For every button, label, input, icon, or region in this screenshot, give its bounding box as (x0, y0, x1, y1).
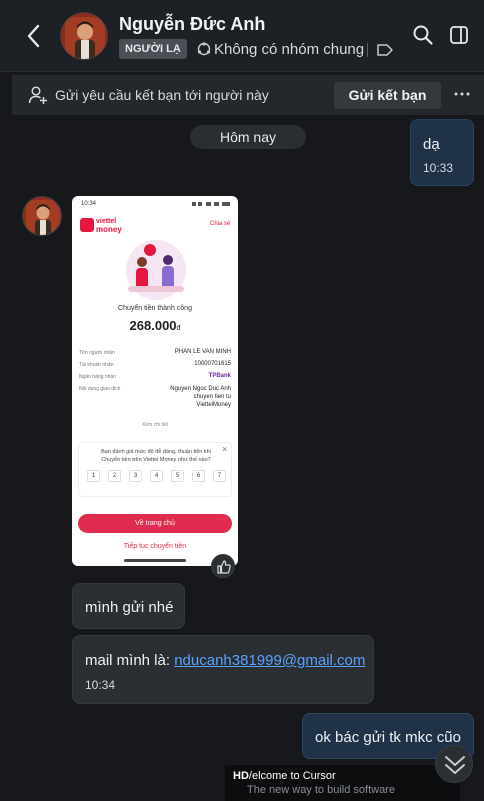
email-link[interactable]: nducanh381999@gmail.com (174, 652, 365, 669)
detail-row: Tên người nhận PHAN LE VAN MINH (79, 349, 231, 356)
contact-avatar[interactable] (60, 12, 108, 60)
detail-label: Ngân hàng nhận (79, 374, 116, 380)
brand-line1: viettel (96, 218, 117, 225)
search-icon[interactable] (412, 24, 434, 46)
send-friend-request-button[interactable]: Gửi kết bạn (334, 82, 441, 109)
detail-value: 10000701615 (194, 361, 231, 367)
survey-option: 2 (108, 470, 121, 482)
view-details-link: Xem chi tiết (141, 422, 169, 428)
more-options-icon[interactable] (453, 85, 471, 103)
survey-option: 3 (129, 470, 142, 482)
survey-option: 1 (87, 470, 100, 482)
group-icon (197, 42, 211, 56)
amount-value: 268.000 (129, 318, 177, 333)
detail-value: TPBank (208, 373, 231, 379)
date-separator: Hôm nay (190, 125, 306, 149)
detail-label: Tài khoản nhận (79, 362, 114, 368)
survey-option: 5 (171, 470, 184, 482)
message-time: 10:34 (85, 678, 116, 692)
toast-subtitle: The new way to build software (247, 784, 395, 796)
add-user-icon (28, 86, 47, 104)
toast-title: HD/elcome to Cursor (233, 770, 336, 782)
viettel-logo (80, 218, 94, 232)
detail-value: PHAN LE VAN MINH (174, 349, 231, 355)
close-icon: × (222, 444, 228, 454)
continue-transfer-link: Tiếp tục chuyển tiền (123, 543, 187, 550)
image-message[interactable]: 10:34 viettel money Chia sẻ Chuyển tiền … (72, 196, 238, 566)
message-text: ok bác gửi tk mkc cũo (315, 729, 461, 746)
back-arrow-icon[interactable] (22, 22, 46, 50)
detail-row: Nội dung giao dịch Nguyen Ngoc Duc Anh c… (79, 386, 231, 408)
phone-home-indicator (124, 559, 186, 562)
phone-time: 10:34 (81, 201, 97, 207)
message-text: mình gửi nhé (85, 599, 174, 616)
brand-line2: money (96, 225, 122, 234)
toast-prefix: HD (233, 770, 249, 782)
message-bubble-outgoing[interactable]: dạ 10:33 (410, 119, 474, 186)
detail-row: Tài khoản nhận 10000701615 (79, 361, 231, 368)
message-text: mail mình là: nducanh381999@gmail.com (85, 652, 365, 669)
message-bubble-incoming[interactable]: mail mình là: nducanh381999@gmail.com 10… (72, 635, 374, 704)
detail-label: Tên người nhận (79, 350, 115, 356)
scroll-to-bottom-button[interactable] (435, 745, 473, 783)
brand-name: viettel money (96, 218, 122, 234)
thumbs-up-icon (217, 560, 231, 574)
detail-label: Nội dung giao dịch (79, 386, 121, 392)
chat-header: Nguyễn Đức Anh NGƯỜI LẠ Không có nhóm ch… (0, 0, 484, 72)
home-button: Về trang chủ (78, 514, 232, 533)
stranger-badge: NGƯỜI LẠ (119, 39, 187, 59)
common-groups-label[interactable]: Không có nhóm chung (214, 41, 364, 58)
sender-avatar[interactable] (22, 196, 62, 236)
detail-row: Ngân hàng nhận TPBank (79, 373, 231, 380)
divider (367, 43, 368, 57)
contact-name[interactable]: Nguyễn Đức Anh (119, 14, 265, 35)
amount-currency: đ (176, 325, 181, 332)
transfer-illustration (126, 240, 186, 300)
tag-icon[interactable] (376, 43, 394, 57)
transfer-amount: 268.000đ (72, 318, 238, 333)
side-panel-icon[interactable] (449, 25, 469, 45)
share-label: Chia sẻ (210, 221, 231, 227)
survey-card: Bạn đánh giá mức độ dễ dàng, thuận tiện … (78, 442, 232, 497)
message-time: 10:33 (423, 161, 454, 175)
survey-option: 7 (213, 470, 226, 482)
survey-option: 6 (192, 470, 205, 482)
request-text: Gửi yêu cầu kết bạn tới người này (55, 87, 269, 103)
double-chevron-down-icon (445, 756, 465, 774)
transfer-status: Chuyển tiền thành công (118, 305, 192, 312)
survey-question: Bạn đánh giá mức độ dễ dàng, thuận tiện … (101, 449, 211, 463)
notification-toast[interactable]: HD/elcome to Cursor The new way to build… (225, 765, 460, 801)
message-text-prefix: mail mình là: (85, 652, 175, 669)
phone-status-icons (192, 202, 230, 206)
toast-title-text: /elcome to Cursor (248, 770, 336, 782)
detail-value: Nguyen Ngoc Duc Anh chuyen tien tu Viett… (170, 386, 231, 408)
message-bubble-incoming[interactable]: mình gửi nhé (72, 583, 185, 629)
survey-option: 4 (150, 470, 163, 482)
phone-status-bar: 10:34 (72, 196, 238, 210)
message-text: dạ (423, 136, 440, 153)
friend-request-bar: Gửi yêu cầu kết bạn tới người này Gửi kế… (12, 75, 484, 115)
like-reaction-button[interactable] (211, 554, 235, 578)
